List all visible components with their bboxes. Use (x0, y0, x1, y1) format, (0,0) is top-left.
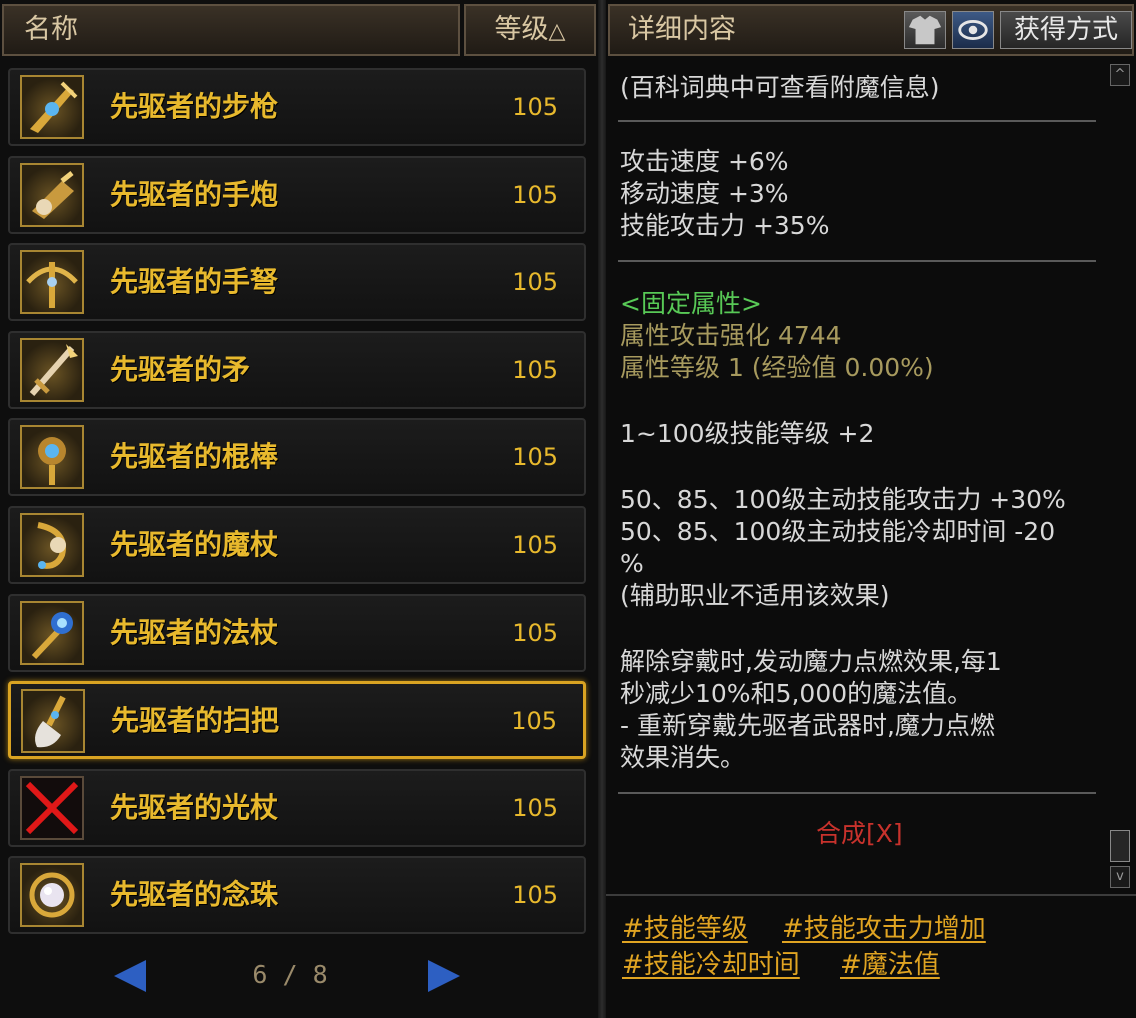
panel-divider (598, 0, 606, 1018)
staff-icon (20, 600, 84, 665)
spear-icon (20, 337, 84, 402)
list-item[interactable]: 先驱者的念珠 105 (8, 856, 586, 935)
item-name: 先驱者的魔杖 (110, 527, 279, 561)
active-skill-line: % (620, 549, 644, 578)
stat-line: 技能攻击力 +35% (620, 211, 830, 240)
item-list: 先驱者的步枪 105 先驱者的手炮 105 先驱者的手弩 105 先驱者的矛 1… (8, 68, 586, 944)
skill-level-line: 1~100级技能等级 +2 (620, 419, 875, 448)
item-level: 105 (512, 355, 558, 384)
tag-link[interactable]: #技能冷却时间 (622, 948, 800, 982)
scroll-up-icon[interactable]: ^ (1110, 64, 1130, 86)
item-level: 105 (512, 443, 558, 472)
item-level: 105 (512, 793, 558, 822)
item-name: 先驱者的棍棒 (110, 440, 279, 474)
list-item[interactable]: 先驱者的矛 105 (8, 330, 586, 409)
item-name: 先驱者的光杖 (110, 790, 279, 824)
synthesis-label: 合成[X] (816, 819, 903, 848)
sort-ascending-icon: △ (548, 19, 566, 44)
detail-header: 详细内容 获得方式 (608, 4, 1134, 56)
obtain-method-button[interactable]: 获得方式 (1000, 11, 1132, 49)
detail-content: (百科词典中可查看附魔信息) 攻击速度 +6% 移动速度 +3% 技能攻击力 +… (606, 62, 1106, 894)
item-level: 105 (512, 618, 558, 647)
list-item[interactable]: 先驱者的光杖 105 (8, 768, 586, 847)
unequip-line: 解除穿戴时,发动魔力点燃效果,每1 (620, 647, 1002, 676)
detail-title: 详细内容 (628, 14, 736, 45)
tag-link[interactable]: #魔法值 (840, 948, 940, 982)
column-header-name-label: 名称 (24, 14, 78, 45)
fixed-attr-line: 属性攻击强化 4744 (620, 321, 842, 350)
club-icon (20, 425, 84, 490)
list-item[interactable]: 先驱者的手炮 105 (8, 155, 586, 234)
unequip-line: - 重新穿戴先驱者武器时,魔力点燃 (620, 711, 995, 740)
item-name: 先驱者的法杖 (110, 615, 279, 649)
tags-divider (606, 894, 1136, 896)
detail-panel: 详细内容 获得方式 (百科词典中可查看附魔信息) 攻击速度 +6% 移动速度 +… (606, 0, 1136, 1018)
item-level: 105 (512, 268, 558, 297)
item-level: 105 (512, 530, 558, 559)
enchant-hint: (百科词典中可查看附魔信息) (620, 73, 940, 102)
detail-scrollbar[interactable]: ^ v (1110, 64, 1132, 888)
column-header-level[interactable]: 等级△ (464, 4, 596, 56)
scroll-down-icon[interactable]: v (1110, 866, 1130, 888)
crossbow-icon (20, 250, 84, 315)
item-level: 105 (512, 180, 558, 209)
missing-icon-red-x (20, 775, 84, 840)
list-item[interactable]: 先驱者的法杖 105 (8, 593, 586, 672)
stat-line: 攻击速度 +6% (620, 147, 789, 176)
item-level: 105 (512, 93, 558, 121)
stat-line: 移动速度 +3% (620, 179, 789, 208)
rifle-icon (20, 75, 84, 139)
previous-page-arrow-icon[interactable] (114, 960, 146, 992)
list-item[interactable]: 先驱者的魔杖 105 (8, 505, 586, 584)
eye-icon (958, 20, 988, 40)
armor-icon (908, 15, 942, 45)
item-name: 先驱者的手弩 (110, 265, 279, 299)
fixed-attr-line: 属性等级 1 (经验值 0.00%) (620, 353, 934, 382)
item-name: 先驱者的手炮 (110, 177, 279, 211)
list-item[interactable]: 先驱者的步枪 105 (8, 68, 586, 146)
detail-divider (618, 120, 1096, 122)
rosary-icon (20, 863, 84, 928)
tag-link[interactable]: #技能攻击力增加 (782, 912, 986, 946)
column-header-level-label: 等级 (494, 14, 549, 45)
list-item[interactable]: 先驱者的棍棒 105 (8, 418, 586, 497)
item-list-panel: 名称 等级△ 先驱者的步枪 105 先驱者的手炮 105 先驱者的手弩 105 (0, 0, 598, 1018)
detail-divider (618, 792, 1096, 794)
item-name: 先驱者的矛 (110, 352, 251, 386)
item-name: 先驱者的步枪 (110, 90, 279, 123)
wand-icon (20, 512, 84, 577)
tag-link[interactable]: #技能等级 (622, 912, 748, 946)
hand-cannon-icon (20, 162, 84, 227)
detail-divider (618, 260, 1096, 262)
armor-preview-button[interactable] (904, 11, 946, 49)
support-note: (辅助职业不适用该效果) (620, 581, 890, 610)
next-page-arrow-icon[interactable] (428, 960, 460, 992)
pagination: 6 / 8 (0, 952, 598, 1002)
list-item-selected[interactable]: 先驱者的扫把 105 (8, 681, 586, 760)
active-skill-line: 50、85、100级主动技能攻击力 +30% (620, 485, 1066, 514)
active-skill-line: 50、85、100级主动技能冷却时间 -20 (620, 517, 1056, 546)
eye-preview-button[interactable] (952, 11, 994, 49)
scroll-thumb[interactable] (1110, 830, 1130, 862)
list-item[interactable]: 先驱者的手弩 105 (8, 243, 586, 322)
fixed-attr-title: <固定属性> (620, 289, 762, 318)
unequip-line: 秒减少10%和5,000的魔法值。 (620, 679, 973, 708)
item-level: 105 (512, 881, 558, 910)
unequip-line: 效果消失。 (620, 743, 746, 772)
item-name: 先驱者的扫把 (111, 704, 280, 738)
column-header-name[interactable]: 名称 (2, 4, 460, 56)
item-level: 105 (511, 707, 557, 736)
page-indicator: 6 / 8 (252, 960, 328, 989)
item-name: 先驱者的念珠 (110, 878, 279, 912)
broom-icon (21, 689, 85, 754)
